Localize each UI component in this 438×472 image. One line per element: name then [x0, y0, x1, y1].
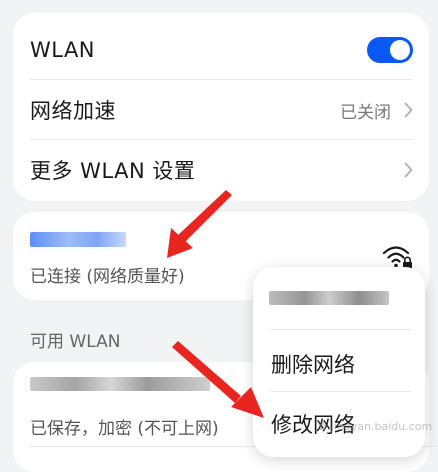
network-accel-row[interactable]: 网络加速 已关闭: [13, 79, 429, 141]
chevron-right-icon: [404, 102, 413, 118]
available-wlan-title: 可用 WLAN: [30, 332, 121, 352]
network-name-blurred: [30, 377, 210, 391]
menu-network-name-blurred: [269, 291, 389, 305]
network-accel-label: 网络加速: [30, 99, 116, 123]
connection-status: 已连接 (网络质量好): [30, 267, 185, 287]
menu-divider: [271, 329, 411, 330]
network-name-blurred: [30, 232, 126, 247]
wlan-settings-card: WLAN 网络加速 已关闭 更多 WLAN 设置: [13, 13, 429, 201]
more-wlan-settings-label: 更多 WLAN 设置: [30, 159, 196, 183]
wlan-toggle[interactable]: [367, 37, 413, 63]
menu-divider: [271, 391, 411, 392]
wlan-row[interactable]: WLAN: [13, 19, 429, 81]
delete-network-menu-item[interactable]: 删除网络: [271, 349, 355, 379]
wlan-label: WLAN: [30, 38, 96, 62]
more-wlan-settings-row[interactable]: 更多 WLAN 设置: [13, 139, 429, 201]
network-accel-value: 已关闭: [340, 102, 391, 123]
toggle-knob: [390, 40, 410, 60]
chevron-right-icon: [404, 162, 413, 178]
saved-network-status: 已保存，加密 (不可上网): [30, 419, 219, 439]
watermark: ✿ jingyan.baidu.com: [318, 420, 433, 433]
